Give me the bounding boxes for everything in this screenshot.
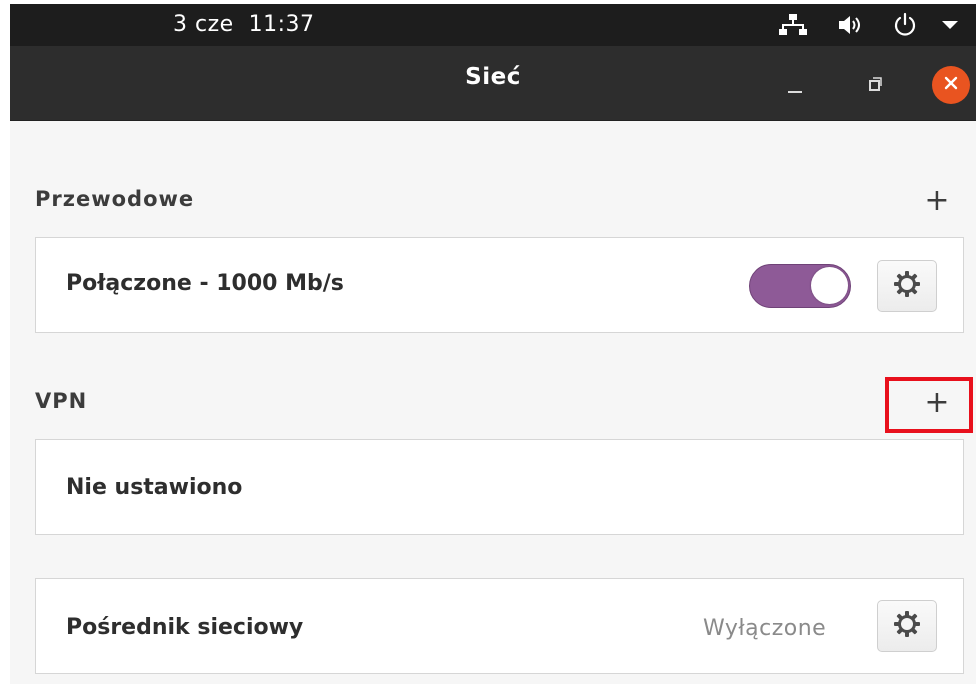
window-title: Sieć <box>465 64 521 90</box>
power-icon[interactable] <box>885 4 925 46</box>
vpn-card: Nie ustawiono <box>35 439 964 535</box>
screen: 3 cze 11:37 Sieć Przewodowe + Połączone … <box>0 0 976 684</box>
volume-icon[interactable] <box>832 4 872 46</box>
wired-heading: Przewodowe <box>35 187 195 211</box>
close-button[interactable] <box>932 66 970 104</box>
network-wired-icon[interactable] <box>773 4 813 46</box>
restore-icon <box>867 76 883 96</box>
toggle-knob <box>811 267 848 304</box>
minimize-button[interactable] <box>775 70 815 110</box>
proxy-status: Wyłączone <box>703 616 827 641</box>
wired-toggle[interactable] <box>749 264 851 308</box>
vpn-empty-label: Nie ustawiono <box>66 475 243 500</box>
highlight-box <box>885 377 973 433</box>
gear-icon <box>892 609 922 643</box>
proxy-card[interactable]: Pośrednik sieciowy Wyłączone <box>35 578 964 674</box>
clock[interactable]: 3 cze 11:37 <box>173 8 315 42</box>
window-header[interactable]: Sieć <box>10 46 976 121</box>
vpn-heading: VPN <box>35 389 88 413</box>
network-settings-content: Przewodowe + Połączone - 1000 Mb/s VPN +… <box>10 121 976 684</box>
restore-button[interactable] <box>855 66 895 106</box>
dropdown-arrow-icon[interactable] <box>930 4 970 46</box>
add-wired-button[interactable]: + <box>917 181 957 221</box>
proxy-settings-button[interactable] <box>877 600 937 652</box>
wired-settings-button[interactable] <box>877 260 937 312</box>
proxy-label: Pośrednik sieciowy <box>66 615 304 640</box>
minimize-icon <box>786 79 804 101</box>
wired-connection-label: Połączone - 1000 Mb/s <box>66 271 344 296</box>
top-bar: 3 cze 11:37 <box>10 4 976 46</box>
close-icon <box>943 75 959 95</box>
wired-connection-card: Połączone - 1000 Mb/s <box>35 237 964 333</box>
gear-icon <box>892 269 922 303</box>
